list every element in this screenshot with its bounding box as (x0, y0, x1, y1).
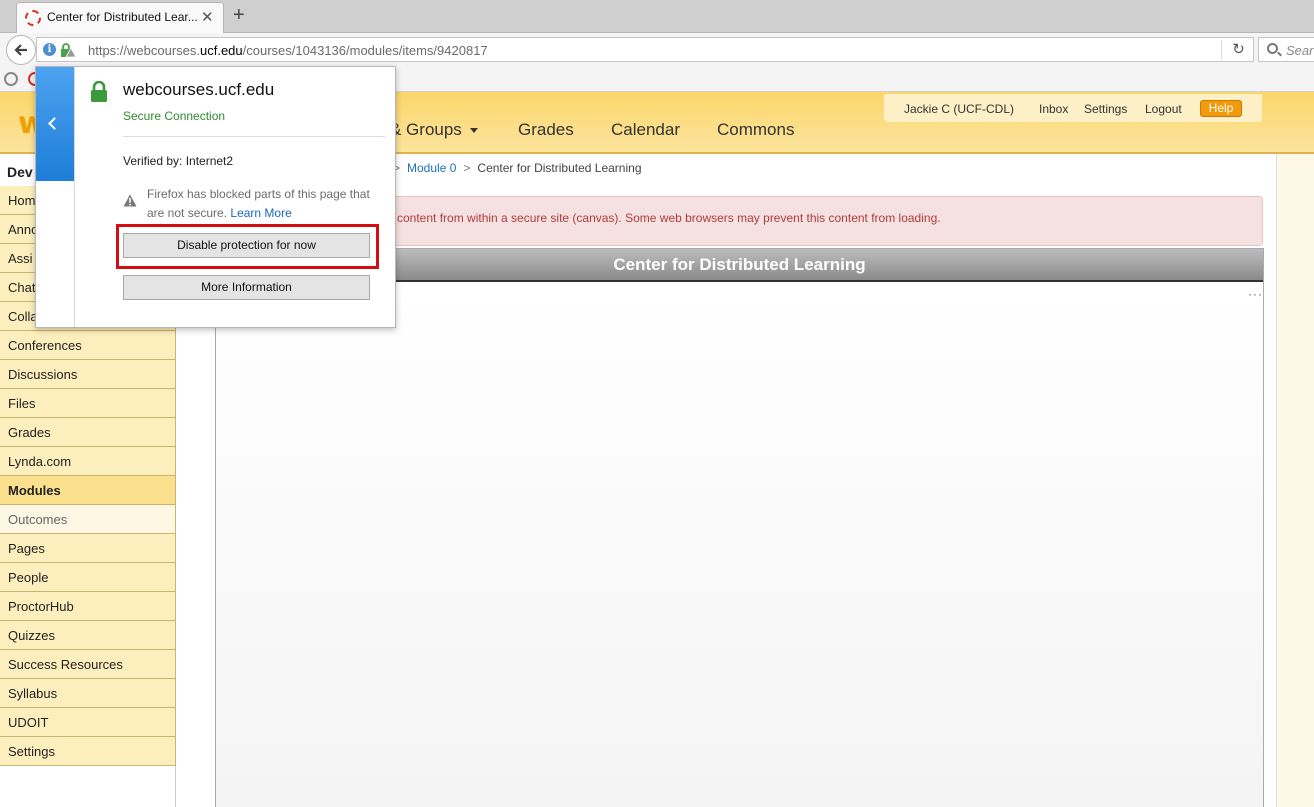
secure-connection-label: Secure Connection (123, 109, 226, 123)
sidebar-item-pages[interactable]: Pages (0, 534, 176, 563)
site-favicon-icon (25, 10, 41, 26)
logout-link[interactable]: Logout (1145, 102, 1182, 116)
back-arrow-icon (14, 44, 27, 56)
sidebar-item-grades[interactable]: Grades (0, 418, 176, 447)
search-bar[interactable]: Search (1258, 37, 1314, 62)
tab-title: Center for Distributed Lear... (47, 10, 197, 24)
breadcrumb: s>Module 0>Center for Distributed Learni… (380, 161, 642, 175)
more-options-icon[interactable]: ··· (1248, 287, 1263, 301)
sidebar-item-syllabus[interactable]: Syllabus (0, 679, 176, 708)
menu-courses-groups[interactable]: & Groups (390, 120, 478, 140)
url-text: https://webcourses.ucf.edu/courses/10431… (88, 43, 488, 58)
sidebar-item-quizzes[interactable]: Quizzes (0, 621, 176, 650)
sidebar-item-discussions[interactable]: Discussions (0, 360, 176, 389)
course-title: Dev (7, 164, 33, 180)
sidebar-item-udoit[interactable]: UDOIT (0, 708, 176, 737)
site-identity-popup: webcourses.ucf.edu Secure Connection Ver… (35, 66, 396, 328)
warning-icon (123, 194, 137, 207)
menu-commons[interactable]: Commons (717, 120, 794, 140)
chevron-left-icon (48, 117, 61, 130)
chevron-down-icon (469, 128, 478, 134)
menu-calendar[interactable]: Calendar (611, 120, 680, 140)
reload-button[interactable]: ↻ (1221, 40, 1255, 59)
sidebar-item-settings[interactable]: Settings (0, 737, 176, 766)
lock-warning-icon[interactable] (60, 42, 76, 58)
back-button[interactable] (6, 35, 36, 65)
browser-tab[interactable]: Center for Distributed Lear... ✕ (16, 2, 224, 33)
content-body (216, 284, 1263, 807)
more-information-button[interactable]: More Information (123, 275, 370, 300)
sidebar-item-success-resources[interactable]: Success Resources (0, 650, 176, 679)
verified-by-label: Verified by: Internet2 (123, 154, 234, 168)
navigation-bar: i https://webcourses.ucf.edu/courses/104… (0, 33, 1314, 66)
sidebar-item-modules[interactable]: Modules (0, 476, 176, 505)
help-button[interactable]: Help (1200, 100, 1242, 117)
user-name-link[interactable]: Jackie C (UCF-CDL) (904, 102, 1014, 116)
popup-back-button[interactable] (36, 67, 74, 181)
popup-divider (74, 67, 75, 327)
content-frame: Center for Distributed Learning ··· (215, 248, 1264, 807)
alert-text: content from within a secure site (canva… (397, 211, 941, 225)
inbox-link[interactable]: Inbox (1039, 102, 1068, 116)
user-bar: Jackie C (UCF-CDL) Inbox Settings Logout… (884, 94, 1262, 122)
url-bar[interactable]: i https://webcourses.ucf.edu/courses/104… (36, 37, 1254, 62)
sidebar-item-files[interactable]: Files (0, 389, 176, 418)
mixed-content-alert: content from within a secure site (canva… (376, 196, 1263, 246)
close-tab-icon[interactable]: ✕ (201, 8, 214, 26)
breadcrumb-current: Center for Distributed Learning (477, 161, 642, 175)
sidebar-item-outcomes[interactable]: Outcomes (0, 505, 176, 534)
blocked-content-message: Firefox has blocked parts of this page t… (147, 187, 370, 220)
sidebar-item-conferences[interactable]: Conferences (0, 331, 176, 360)
learn-more-link[interactable]: Learn More (230, 206, 291, 220)
new-tab-button[interactable]: + (233, 4, 245, 27)
sidebar-item-people[interactable]: People (0, 563, 176, 592)
screen: Center for Distributed Lear... ✕ + i htt… (0, 0, 1314, 807)
popup-separator (123, 136, 385, 137)
site-info-icon[interactable]: i (43, 43, 56, 56)
sidebar-item-proctorhub[interactable]: ProctorHub (0, 592, 176, 621)
breadcrumb-separator: > (463, 161, 471, 175)
settings-link[interactable]: Settings (1084, 102, 1127, 116)
search-icon (1267, 43, 1278, 54)
breadcrumb-module-0[interactable]: Module 0 (407, 161, 456, 175)
right-rail (1276, 154, 1314, 807)
sidebar-item-lynda[interactable]: Lynda.com (0, 447, 176, 476)
popup-hostname: webcourses.ucf.edu (123, 80, 275, 99)
menu-grades[interactable]: Grades (518, 120, 574, 140)
search-placeholder: Search (1286, 43, 1314, 58)
bookmark-globe-icon[interactable] (4, 72, 18, 86)
disable-protection-button[interactable]: Disable protection for now (123, 233, 370, 258)
tab-strip: Center for Distributed Lear... ✕ + (0, 0, 1314, 33)
lock-icon (91, 81, 107, 102)
